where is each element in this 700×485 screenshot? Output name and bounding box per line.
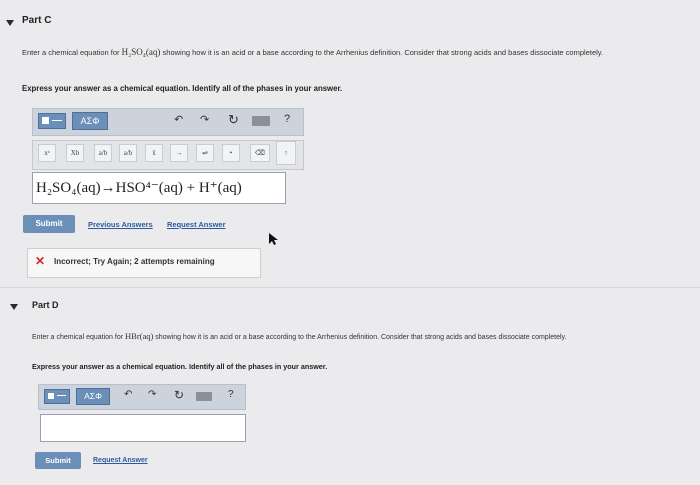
part-c-request-answer-link[interactable]: Request Answer: [167, 220, 226, 229]
part-c-prompt-pre: Enter a chemical equation for: [22, 48, 120, 57]
part-d-title: Part D: [32, 300, 59, 310]
part-d-undo-icon[interactable]: ↶: [124, 389, 132, 400]
part-d-greek-symbols-button[interactable]: ΑΣΦ: [76, 388, 110, 405]
part-d-request-answer-link[interactable]: Request Answer: [93, 457, 148, 464]
part-divider: [0, 287, 700, 288]
mouse-cursor-icon: [269, 233, 278, 245]
help-icon[interactable]: ?: [284, 113, 290, 125]
previous-answers-link[interactable]: Previous Answers: [88, 220, 153, 229]
part-d-instruction: Express your answer as a chemical equati…: [32, 362, 328, 371]
part-c-prompt-post: showing how it is an acid or a base acco…: [162, 48, 604, 57]
undo-icon[interactable]: ↶: [174, 113, 183, 126]
equilibrium-button[interactable]: ⇌: [196, 144, 214, 162]
dot-button[interactable]: •: [222, 144, 240, 162]
part-d-help-icon[interactable]: ?: [228, 389, 234, 400]
part-d-answer-box[interactable]: [40, 414, 246, 442]
part-d-templates-icon[interactable]: [44, 389, 70, 404]
part-d-submit-button[interactable]: Submit: [35, 452, 81, 469]
part-d-keyboard-icon[interactable]: [196, 392, 212, 401]
reset-icon[interactable]: ↻: [228, 112, 239, 128]
part-c-collapse-caret[interactable]: [6, 20, 14, 26]
part-c-prompt: Enter a chemical equation for H₂SO₄(aq) …: [22, 47, 687, 58]
subscript-button[interactable]: Xb: [66, 144, 84, 162]
part-d-prompt: Enter a chemical equation for HBr(aq) sh…: [32, 331, 682, 343]
part-d-prompt-post: showing how it is an acid or a base acco…: [155, 334, 567, 341]
overline-button[interactable]: x̄: [145, 144, 163, 162]
part-c-formula: H₂SO₄(aq): [121, 47, 161, 57]
keyboard-icon[interactable]: [252, 116, 270, 126]
templates-icon[interactable]: [38, 113, 66, 129]
part-d-redo-icon[interactable]: ↷: [148, 389, 156, 400]
part-c-feedback-text: Incorrect; Try Again; 2 attempts remaini…: [54, 257, 215, 266]
redo-icon[interactable]: ↷: [200, 113, 209, 126]
arrow-button[interactable]: →: [170, 144, 188, 162]
delete-button[interactable]: ⌫: [250, 144, 270, 162]
part-c-answer-text: H₂SO₄(aq)→HSO⁴⁻(aq) + H⁺(aq): [36, 180, 242, 196]
superscript-button[interactable]: xᵃ: [38, 144, 56, 162]
fraction-button[interactable]: a/b: [94, 144, 112, 162]
incorrect-icon: ✕: [35, 254, 46, 268]
greek-symbols-button[interactable]: ΑΣΦ: [72, 112, 108, 130]
fraction-alt-button[interactable]: a/b: [119, 144, 137, 162]
part-c-submit-button[interactable]: Submit: [23, 215, 75, 233]
part-c-title: Part C: [22, 15, 52, 26]
part-d-formula: HBr(aq): [125, 331, 154, 341]
part-d-reset-icon[interactable]: ↻: [174, 388, 184, 402]
keyboard-toggle-button[interactable]: ↑: [276, 141, 296, 165]
part-d-collapse-caret[interactable]: [10, 304, 18, 310]
part-c-instruction: Express your answer as a chemical equati…: [22, 84, 343, 93]
part-d-prompt-pre: Enter a chemical equation for: [32, 334, 124, 341]
